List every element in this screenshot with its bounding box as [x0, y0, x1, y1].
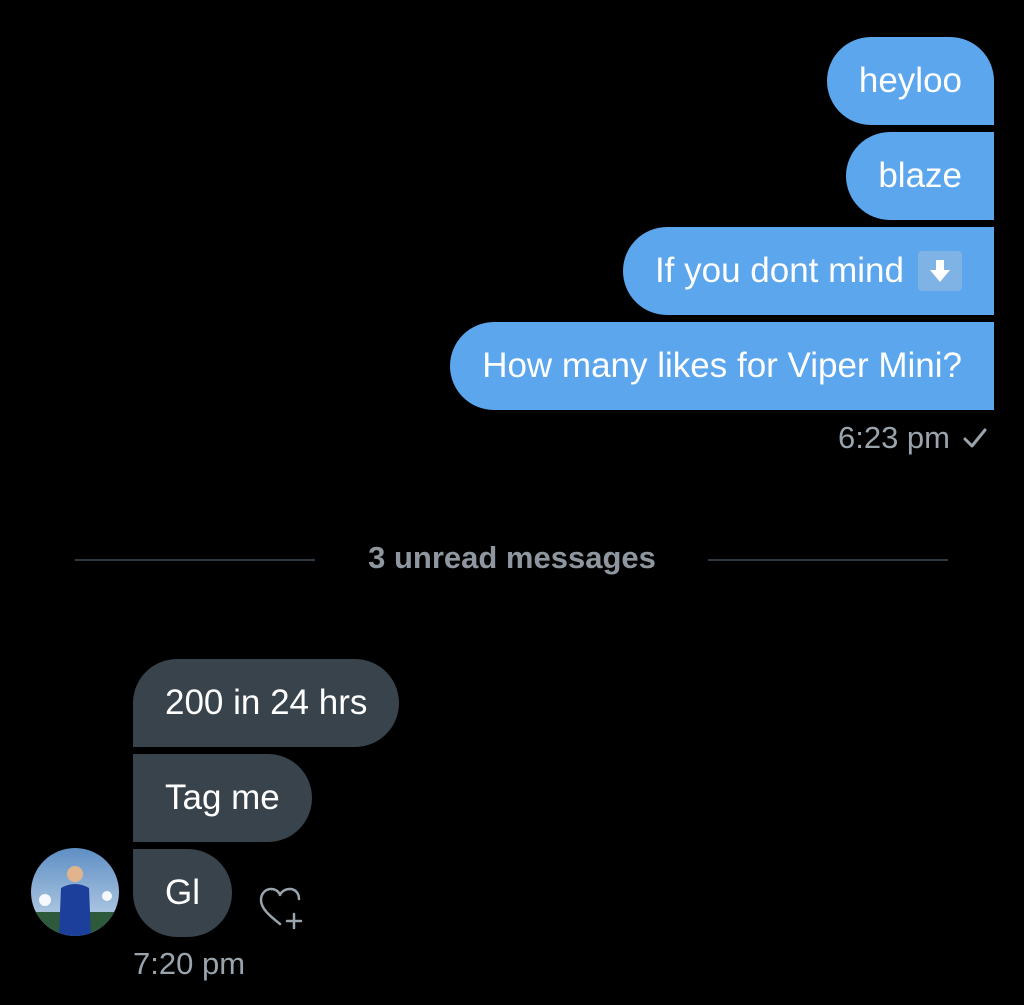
- sent-message-meta: 6:23 pm: [838, 420, 988, 456]
- message-text: How many likes for Viper Mini?: [482, 346, 962, 385]
- received-message-bubble[interactable]: Gl: [133, 849, 232, 937]
- heart-plus-icon[interactable]: [255, 880, 311, 936]
- down-arrow-emoji: [918, 251, 962, 291]
- message-timestamp: 7:20 pm: [133, 946, 246, 981]
- sent-message-bubble[interactable]: How many likes for Viper Mini?: [450, 322, 994, 410]
- check-icon: [962, 425, 988, 451]
- message-text: blaze: [878, 156, 962, 195]
- message-text: If you dont mind: [654, 251, 904, 290]
- message-text: heyloo: [858, 61, 962, 100]
- user-avatar[interactable]: [31, 848, 119, 936]
- divider-line-right: [708, 559, 948, 561]
- received-message-bubble[interactable]: 200 in 24 hrs: [133, 659, 400, 747]
- message-text: 200 in 24 hrs: [165, 683, 368, 722]
- message-timestamp: 6:23 pm: [837, 420, 950, 455]
- received-message-bubble[interactable]: Tag me: [133, 754, 312, 842]
- message-text: Gl: [165, 873, 200, 912]
- sent-message-bubble[interactable]: heyloo: [826, 37, 994, 125]
- unread-messages-divider: 3 unread messages: [368, 540, 656, 575]
- message-text: Tag me: [165, 778, 280, 817]
- sent-message-bubble[interactable]: blaze: [846, 132, 994, 220]
- sent-message-bubble[interactable]: If you dont mind: [622, 227, 994, 315]
